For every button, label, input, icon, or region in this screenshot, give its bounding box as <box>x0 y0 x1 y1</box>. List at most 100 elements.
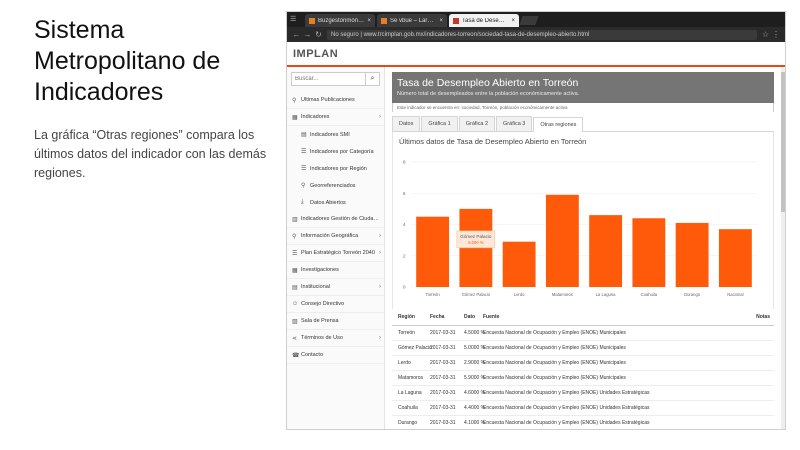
site-logo[interactable]: IMPLAN <box>293 48 338 60</box>
reload-icon[interactable]: ↻ <box>313 30 324 39</box>
favicon-icon <box>381 17 387 24</box>
address-bar: ← → ↻ No seguro | www.trcimplan.gob.mx/i… <box>287 27 785 42</box>
panel-tab[interactable]: Gráfica 1 <box>421 116 458 131</box>
table-row: Durango 2017-03-31 4.1000 % Encuesta Nacion… <box>392 416 774 429</box>
sidebar-item-label: Investigaciones <box>301 267 339 273</box>
table-cell: 2017-03-31 <box>430 420 456 426</box>
bar[interactable] <box>589 215 623 287</box>
x-tick-label: Nacional <box>727 292 743 297</box>
new-tab-button[interactable] <box>519 16 539 25</box>
browser-tab-1[interactable]: Buzgestónmónado-CJ... x × <box>305 14 375 27</box>
phone-icon: ☎ <box>292 352 300 359</box>
bar[interactable] <box>545 194 579 287</box>
page-content: ⌕ ⚲Últimas Publicaciones▦Indicadores›▤In… <box>287 67 785 429</box>
x-tick-label: Durango <box>684 292 701 297</box>
sidebar-item[interactable]: ▦ Indicadores › <box>287 109 384 126</box>
list-icon: ☰ <box>292 250 298 257</box>
column-header[interactable]: Fuente <box>483 314 752 320</box>
table-cell: Encuesta Nacional de Ocupación y Empleo … <box>483 330 626 336</box>
browser-tab-bar: ☰ Buzgestónmónado-CJ... x × Se vbue – La… <box>287 12 785 27</box>
table-cell: 2017-03-31 <box>430 405 456 411</box>
sidebar-item[interactable]: ⚲ Georreferenciados <box>287 177 384 194</box>
sidebar-item[interactable]: ▤ Institucional › <box>287 279 384 296</box>
sidebar-item[interactable]: ▤ Indicadores SMI <box>287 126 384 143</box>
search-icon[interactable]: ⌕ <box>365 73 379 85</box>
sidebar-menu: ⚲ Últimas Publicaciones ▦ Indicadores › ▤ Indi… <box>287 92 384 364</box>
window-menu-icon[interactable]: ☰ <box>290 15 300 24</box>
sidebar-item[interactable]: ⤓ Datos Abiertos <box>287 194 384 211</box>
sidebar-item-label: Información Geográfica <box>301 233 359 239</box>
browser-tab-label: Se vbue – Larme Duran... <box>390 17 437 24</box>
bar[interactable] <box>632 218 666 287</box>
table-row: Lerdo 2017-03-31 2.9000 % Encuesta Nacional… <box>392 356 774 371</box>
sidebar-item-label: Contacto <box>301 352 324 358</box>
column-header[interactable]: Notas <box>752 314 774 320</box>
sidebar-item-label: Indicadores SMI <box>310 131 350 138</box>
star-icon[interactable]: ☆ <box>760 30 771 39</box>
chevron-icon: › <box>379 114 381 120</box>
sidebar-item[interactable]: ⚲ Información Geográfica › <box>287 228 384 245</box>
sidebar-item[interactable]: ▦ Investigaciones <box>287 262 384 279</box>
sidebar-item[interactable]: ☰ Indicadores por Categoría <box>287 143 384 160</box>
browser-window: ☰ Buzgestónmónado-CJ... x × Se vbue – La… <box>286 11 786 430</box>
table-cell: Durango <box>398 420 418 426</box>
table-cell: Encuesta Nacional de Ocupación y Empleo … <box>483 360 626 366</box>
table-row: Torreón 2017-03-31 4.5000 % Encuesta Nacion… <box>392 326 774 341</box>
site-header: IMPLAN <box>287 42 785 67</box>
browser-tab-label: Buzgestónmónado-CJ... x <box>318 17 365 24</box>
download-icon: ⤓ <box>301 199 304 205</box>
scrollbar[interactable] <box>781 67 785 429</box>
browser-tab-3[interactable]: Tasa de Desempleo A... × <box>449 14 519 27</box>
search-input[interactable] <box>292 73 365 85</box>
sidebar-item[interactable]: ⚲ Últimas Publicaciones <box>287 92 384 109</box>
table-cell: 4.6000 % <box>464 390 486 396</box>
bar[interactable] <box>718 229 752 287</box>
table-row: Coahuila 2017-03-31 4.4000 % Encuesta Nacio… <box>392 401 774 416</box>
bar[interactable] <box>502 241 536 287</box>
list-icon: ☰ <box>301 149 307 155</box>
chevron-icon: › <box>379 335 381 341</box>
table-cell: 2017-03-31 <box>430 345 456 351</box>
sidebar-item[interactable]: ▥ Indicadores Gestión de Ciudades <box>287 211 384 228</box>
close-icon[interactable]: × <box>367 18 371 24</box>
bar-chart: Últimos datos de Tasa de Desempleo Abier… <box>392 132 774 309</box>
panel-tab[interactable]: Gráfica 3 <box>496 116 533 131</box>
sidebar-item[interactable]: ☺ Consejo Directivo <box>287 296 384 313</box>
table-cell: Gómez Palacio <box>398 345 432 351</box>
news-icon: ▧ <box>292 318 298 325</box>
table-cell: 5.0000 % <box>464 345 486 351</box>
url-field[interactable]: No seguro | www.trcimplan.gob.mx/indicad… <box>327 29 757 40</box>
y-tick-label: 6 <box>403 191 406 196</box>
search-box: ⌕ <box>291 72 380 86</box>
panel-tab[interactable]: Datos <box>392 116 421 131</box>
tooltip-label: Gómez Palacio <box>460 234 492 239</box>
more-menu-icon[interactable]: ⋮ <box>771 30 781 39</box>
x-tick-label: Gómez Palacio <box>462 292 491 297</box>
table-cell: Coahuila <box>398 405 418 411</box>
back-icon[interactable]: ← <box>291 30 302 39</box>
sidebar-item[interactable]: ☰ Plan Estratégico Torreón 2040 › <box>287 245 384 262</box>
column-header[interactable]: Dato <box>464 314 483 320</box>
x-tick-label: Torreón <box>426 292 441 297</box>
panel-tab[interactable]: Otras regiones <box>533 117 584 132</box>
close-icon[interactable]: × <box>439 18 443 24</box>
sidebar-item[interactable]: ☎ Contacto <box>287 347 384 364</box>
column-header[interactable]: Región <box>392 314 430 320</box>
bar[interactable] <box>675 222 709 287</box>
browser-tab-2[interactable]: Se vbue – Larme Duran... × <box>377 14 447 27</box>
bar[interactable] <box>416 216 450 287</box>
column-header[interactable]: Fecha <box>430 314 464 320</box>
close-icon[interactable]: × <box>511 18 515 24</box>
chevron-icon: › <box>379 284 381 290</box>
building-icon: ▥ <box>292 216 298 223</box>
slide-title: Sistema Metropolitano de Indicadores <box>34 16 221 106</box>
sidebar-item[interactable]: ⋖ Términos de Uso › <box>287 330 384 347</box>
map-marker-icon: ⚲ <box>301 183 306 189</box>
scrollbar-thumb[interactable] <box>781 72 785 212</box>
sidebar-item[interactable]: ▧ Sala de Prensa <box>287 313 384 330</box>
panel-tab[interactable]: Gráfica 2 <box>458 116 496 131</box>
forward-icon[interactable]: → <box>302 30 313 39</box>
sidebar-item[interactable]: ☰ Indicadores por Región <box>287 160 384 177</box>
sidebar-item-label: Consejo Directivo <box>301 301 345 307</box>
sidebar-item-label: Datos Abiertos <box>310 199 346 206</box>
